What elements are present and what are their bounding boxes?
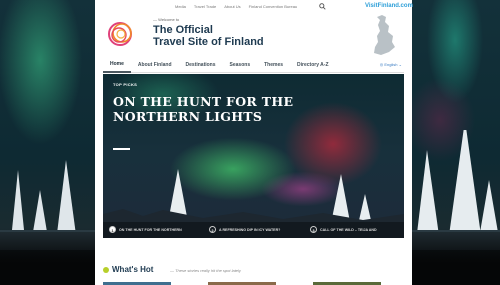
finland-logo-icon[interactable] (105, 18, 137, 50)
hero-tab-label: ON THE HUNT FOR THE NORTHERN (119, 227, 182, 232)
main-content: Media Travel Trade About Us Finland Conv… (95, 0, 413, 285)
utility-link-convention-bureau[interactable]: Finland Convention Bureau (249, 4, 297, 9)
site-title-line-1: The Official (153, 24, 213, 36)
globe-icon: ◎ (379, 62, 384, 67)
site-title-line-2: Travel Site of Finland (153, 36, 264, 48)
utility-bar: Media Travel Trade About Us Finland Conv… (95, 0, 413, 13)
utility-links: Media Travel Trade About Us Finland Conv… (175, 4, 297, 9)
hero-tab-number: 2 (209, 226, 216, 233)
brand-link[interactable]: VisitFinland.com (365, 3, 413, 9)
hero-title[interactable]: ON THE HUNT FOR THE NORTHERN LIGHTS (113, 94, 303, 124)
hero-tabs: 1 ON THE HUNT FOR THE NORTHERN 2 A REFRE… (103, 222, 404, 238)
hero-tab-number: 1 (109, 226, 116, 233)
utility-link-about-us[interactable]: About Us (224, 4, 240, 9)
search-icon[interactable] (319, 3, 329, 10)
nav-item-destinations[interactable]: Destinations (179, 58, 223, 72)
chevron-down-icon: ⌄ (398, 62, 402, 67)
hero-tab-3[interactable]: 3 CALL OF THE WILD – TEIJA AND (310, 226, 377, 233)
nav-item-themes[interactable]: Themes (257, 58, 290, 72)
language-label: English (384, 62, 398, 67)
main-navigation: Home About Finland Destinations Seasons … (103, 58, 404, 73)
language-selector[interactable]: ◎ English ⌄ (380, 62, 402, 67)
hero-tab-1[interactable]: 1 ON THE HUNT FOR THE NORTHERN (109, 226, 182, 233)
hero-tab-2[interactable]: 2 A REFRESHING DIP IN ICY WATER? (209, 226, 280, 233)
hero-tab-number: 3 (310, 226, 317, 233)
site-title[interactable]: The Official Travel Site of Finland (153, 24, 293, 48)
hero-kicker: TOP PICKS (113, 82, 138, 87)
whats-hot-subtitle: — These stories really hit the spot late… (170, 268, 241, 273)
finland-map-icon (374, 15, 395, 55)
whats-hot-dot-icon (103, 267, 109, 273)
nav-item-about-finland[interactable]: About Finland (131, 58, 179, 72)
hero-tab-label: A REFRESHING DIP IN ICY WATER? (219, 227, 281, 232)
whats-hot-title: What's Hot (112, 265, 154, 274)
hero-tab-label: CALL OF THE WILD – TEIJA AND (320, 227, 377, 232)
nav-item-home[interactable]: Home (103, 57, 131, 73)
hero-carousel[interactable]: TOP PICKS ON THE HUNT FOR THE NORTHERN L… (103, 74, 404, 238)
nav-item-seasons[interactable]: Seasons (223, 58, 258, 72)
welcome-text: — Welcome to (153, 17, 180, 22)
utility-link-travel-trade[interactable]: Travel Trade (194, 4, 216, 9)
utility-link-media[interactable]: Media (175, 4, 186, 9)
nav-item-directory[interactable]: Directory A-Z (290, 58, 336, 72)
hero-divider (113, 148, 130, 150)
